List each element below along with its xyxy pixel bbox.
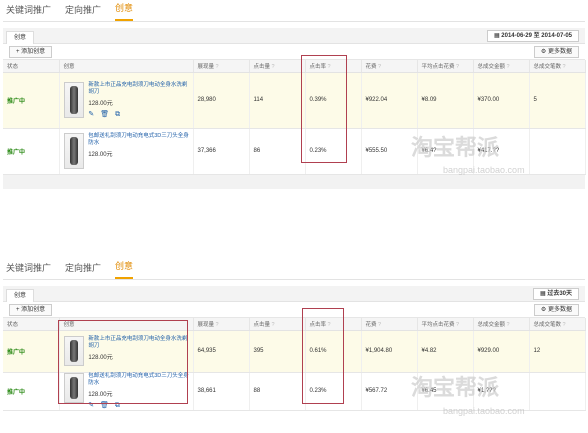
col-creative: 创意 [59, 60, 194, 73]
more-data-button[interactable]: ⚙ 更多数据 [533, 304, 579, 316]
table-footer [3, 174, 585, 189]
clicks-value: 88 [249, 372, 306, 411]
gear-icon: ⚙ [540, 307, 547, 313]
creative-title-link[interactable]: 包邮送礼刮须刀电动充电式3D三刀头全身防水 [88, 133, 192, 147]
ctr-highlight-box [301, 55, 347, 163]
col-orders[interactable]: 总成交笔数 ? [529, 318, 586, 331]
clicks-value: 86 [249, 128, 306, 175]
date-range-picker[interactable]: ▦ 2014-06-29 至 2014-07-05 [486, 30, 579, 42]
col-orders[interactable]: 总成交笔数 ? [529, 60, 586, 73]
watermark-url: bangpai.taobao.com [443, 406, 525, 416]
table-row: 推广中 新款上市正品充电刮须刀电动全身水洗剃胡刀 128.00元 ✎ 🗑 ⧉ 2… [3, 72, 586, 129]
col-gmv[interactable]: 总成交金额 ? [473, 318, 530, 331]
help-icon: ? [378, 321, 382, 328]
orders-value [529, 372, 586, 411]
clicks-value: 395 [249, 330, 306, 373]
col-impressions[interactable]: 展现量 ? [193, 318, 250, 331]
help-icon: ? [378, 63, 382, 70]
creative-title-link[interactable]: 新款上市正品充电刮须刀电动全身水洗剃胡刀 [88, 82, 192, 96]
creative-cell: 新款上市正品充电刮须刀电动全身水洗剃胡刀 128.00元 ✎ 🗑 ⧉ [59, 72, 194, 129]
col-status: 状态 [3, 318, 60, 331]
tab-targeting[interactable]: 定向推广 [65, 3, 101, 21]
gear-icon: ⚙ [540, 49, 547, 55]
clicks-value: 114 [249, 72, 306, 129]
toolbar: + 添加创意 ⚙ 更多数据 [3, 302, 585, 318]
orders-value: 5 [529, 72, 586, 129]
creative-price: 128.00元 [88, 152, 113, 158]
panel-30days: 关键词推广 定向推广 创意 创意 ▦ 过去30天 + 添加创意 ⚙ 更多数据 状… [3, 258, 586, 418]
creative-bar: 创意 ▦ 过去30天 [3, 286, 585, 302]
inner-tab-creative[interactable]: 创意 [6, 289, 35, 302]
help-icon: ? [271, 321, 275, 328]
creative-cell: 包邮送礼刮须刀电动充电式3D三刀头全身防水 128.00元 [59, 128, 194, 175]
product-thumbnail[interactable] [63, 81, 85, 118]
creative-price: 128.00元 [88, 100, 113, 107]
date-range-text: 2014-06-29 至 2014-07-05 [501, 33, 572, 39]
help-icon: ? [215, 63, 219, 70]
col-cpc[interactable]: 平均点击花费 ? [417, 60, 474, 73]
col-impressions[interactable]: 展现量 ? [193, 60, 250, 73]
add-creative-button[interactable]: + 添加创意 [9, 46, 53, 58]
cpc-value: ¥8.09 [417, 72, 474, 129]
gmv-value: ¥929.00 [473, 330, 530, 373]
cost-value: ¥555.50 [361, 128, 418, 175]
help-icon: ? [562, 63, 566, 70]
help-icon: ? [271, 63, 275, 70]
cost-value: ¥567.72 [361, 372, 418, 411]
col-cost[interactable]: 花费 ? [361, 60, 418, 73]
tab-keyword[interactable]: 关键词推广 [6, 261, 51, 279]
watermark-logo: 淘宝帮派 [411, 375, 500, 400]
tab-creative[interactable]: 创意 [115, 1, 134, 21]
help-icon: ? [562, 321, 566, 328]
add-creative-button[interactable]: + 添加创意 [9, 304, 53, 316]
top-tabs: 关键词推广 定向推广 创意 [3, 258, 585, 280]
cpc-value: ¥4.82 [417, 330, 474, 373]
col-gmv[interactable]: 总成交金额 ? [473, 60, 530, 73]
row-action-icons[interactable]: ✎ 🗑 ⧉ [88, 110, 192, 119]
col-cpc[interactable]: 平均点击花费 ? [417, 318, 474, 331]
status-text: 推广中 [3, 128, 60, 175]
impressions-value: 64,935 [193, 330, 250, 373]
orders-value: 12 [529, 330, 586, 373]
col-clicks[interactable]: 点击量 ? [249, 60, 306, 73]
more-data-button[interactable]: ⚙ 更多数据 [533, 46, 579, 58]
date-range-text: 过去30天 [547, 291, 572, 297]
orders-value [529, 128, 586, 175]
cost-value: ¥922.04 [361, 72, 418, 129]
creative-highlight-box [58, 320, 188, 404]
help-icon: ? [506, 321, 510, 328]
top-tabs: 关键词推广 定向推广 创意 [3, 0, 585, 22]
help-icon: ? [456, 321, 460, 328]
inner-tab-creative[interactable]: 创意 [6, 31, 35, 44]
date-range-picker[interactable]: ▦ 过去30天 [532, 288, 579, 300]
impressions-value: 37,366 [193, 128, 250, 175]
cost-value: ¥1,904.80 [361, 330, 418, 373]
tab-targeting[interactable]: 定向推广 [65, 261, 101, 279]
toolbar: + 添加创意 ⚙ 更多数据 [3, 44, 585, 60]
status-text: 推广中 [3, 372, 60, 411]
col-status: 状态 [3, 60, 60, 73]
creative-bar: 创意 ▦ 2014-06-29 至 2014-07-05 [3, 28, 585, 44]
impressions-value: 38,661 [193, 372, 250, 411]
watermark-logo: 淘宝帮派 [411, 135, 500, 160]
more-data-label: 更多数据 [547, 49, 572, 55]
product-thumbnail[interactable] [63, 133, 85, 169]
watermark-url: bangpai.taobao.com [443, 165, 525, 175]
more-data-label: 更多数据 [547, 307, 572, 313]
panel-week: 关键词推广 定向推广 创意 创意 ▦ 2014-06-29 至 2014-07-… [3, 0, 586, 190]
col-cost[interactable]: 花费 ? [361, 318, 418, 331]
help-icon: ? [506, 63, 510, 70]
status-text: 推广中 [3, 330, 60, 373]
impressions-value: 28,980 [193, 72, 250, 129]
ctr-highlight-box [302, 308, 344, 404]
tab-creative[interactable]: 创意 [115, 259, 134, 279]
tab-keyword[interactable]: 关键词推广 [6, 3, 51, 21]
help-icon: ? [456, 63, 460, 70]
table-header: 状态 创意 展现量 ? 点击量 ? 点击率 ? 花费 ? 平均点击花费 ? 总成… [3, 60, 586, 73]
col-clicks[interactable]: 点击量 ? [249, 318, 306, 331]
gmv-value: ¥370.00 [473, 72, 530, 129]
status-text: 推广中 [3, 72, 60, 129]
help-icon: ? [215, 321, 219, 328]
